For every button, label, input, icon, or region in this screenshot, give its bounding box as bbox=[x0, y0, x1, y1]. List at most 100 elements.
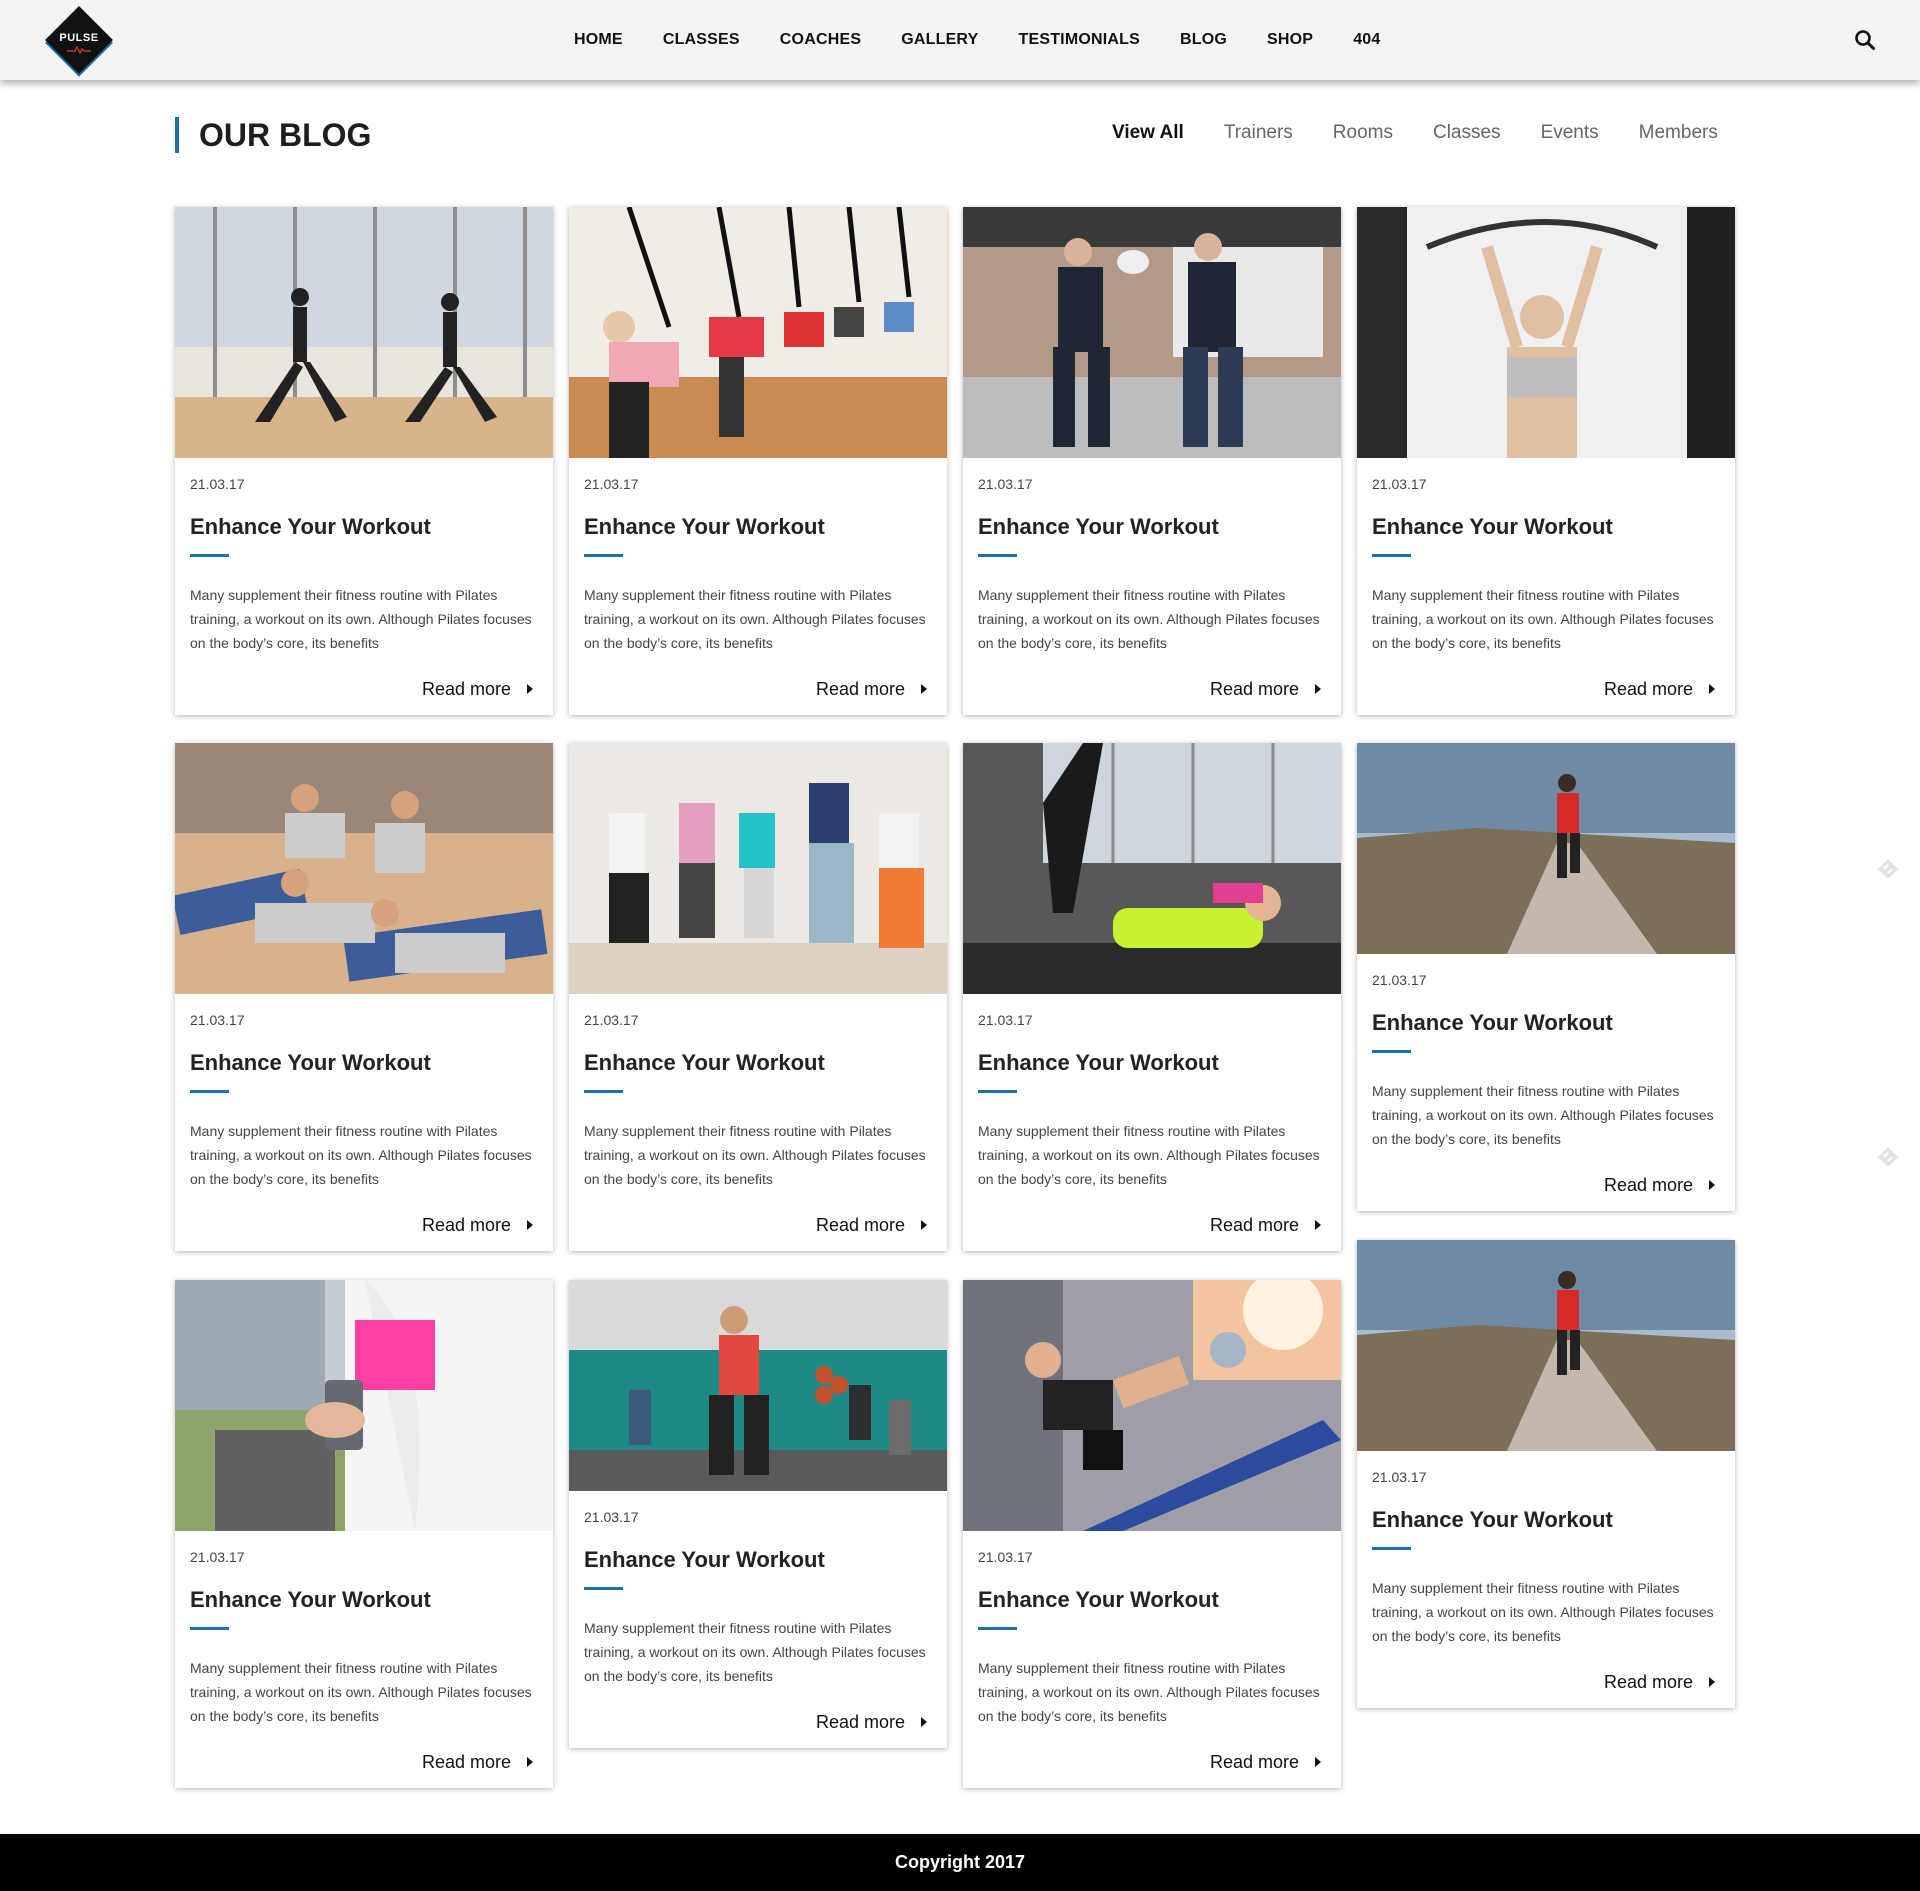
read-more-label[interactable]: Read more bbox=[1604, 1672, 1693, 1693]
card-body: 21.03.17 Enhance Your Workout Many supplem… bbox=[175, 994, 553, 1251]
nav-404[interactable]: 404 bbox=[1353, 31, 1380, 49]
blog-card[interactable]: 21.03.17 Enhance Your Workout Many supplem… bbox=[1357, 207, 1735, 715]
caret-right-icon bbox=[1709, 684, 1715, 694]
yoga-pair-photo[interactable] bbox=[175, 207, 553, 458]
blog-card[interactable]: 21.03.17 Enhance Your Workout Many supplem… bbox=[569, 207, 947, 715]
blog-card[interactable]: 21.03.17 Enhance Your Workout Many supplem… bbox=[963, 1280, 1341, 1788]
nav-classes[interactable]: CLASSES bbox=[663, 31, 740, 49]
nav-home[interactable]: HOME bbox=[574, 31, 623, 49]
blog-card[interactable]: 21.03.17 Enhance Your Workout Many supplem… bbox=[175, 207, 553, 715]
post-title[interactable]: Enhance Your Workout bbox=[190, 1050, 538, 1076]
filter-classes[interactable]: Classes bbox=[1433, 122, 1501, 144]
filter-rooms[interactable]: Rooms bbox=[1333, 122, 1393, 144]
read-more-label[interactable]: Read more bbox=[1210, 1752, 1299, 1773]
post-excerpt: Many supplement their fitness routine wi… bbox=[584, 587, 926, 651]
read-more-label[interactable]: Read more bbox=[816, 679, 905, 700]
dance-class-photo[interactable] bbox=[569, 743, 947, 994]
search-icon[interactable] bbox=[1854, 29, 1876, 51]
post-title[interactable]: Enhance Your Workout bbox=[1372, 514, 1720, 540]
post-date: 21.03.17 bbox=[190, 476, 245, 492]
read-more-label[interactable]: Read more bbox=[816, 1712, 905, 1733]
post-date: 21.03.17 bbox=[190, 1012, 245, 1028]
blog-card[interactable]: 21.03.17 Enhance Your Workout Many supplem… bbox=[175, 743, 553, 1251]
read-more-link[interactable]: Read more bbox=[978, 1215, 1326, 1235]
post-excerpt: Many supplement their fitness routine wi… bbox=[190, 1660, 532, 1724]
card-body: 21.03.17 Enhance Your Workout Many supplem… bbox=[1357, 954, 1735, 1211]
post-excerpt: Many supplement their fitness routine wi… bbox=[1372, 1083, 1714, 1147]
gym-class-photo[interactable] bbox=[569, 1280, 947, 1491]
read-more-link[interactable]: Read more bbox=[584, 1215, 932, 1235]
cable-pulldown-photo[interactable] bbox=[1357, 207, 1735, 458]
post-date: 21.03.17 bbox=[1372, 1469, 1427, 1485]
read-more-label[interactable]: Read more bbox=[1210, 679, 1299, 700]
filter-view-all[interactable]: View All bbox=[1112, 122, 1184, 144]
post-title[interactable]: Enhance Your Workout bbox=[584, 1547, 932, 1573]
road-runner-photo[interactable] bbox=[1357, 743, 1735, 954]
read-more-label[interactable]: Read more bbox=[422, 1215, 511, 1236]
post-title[interactable]: Enhance Your Workout bbox=[190, 1587, 538, 1613]
nav-gallery[interactable]: GALLERY bbox=[901, 31, 978, 49]
read-more-label[interactable]: Read more bbox=[1210, 1215, 1299, 1236]
post-title[interactable]: Enhance Your Workout bbox=[190, 514, 538, 540]
road-runner-photo[interactable] bbox=[1357, 1240, 1735, 1451]
filter-trainers[interactable]: Trainers bbox=[1224, 122, 1293, 144]
post-image bbox=[175, 207, 553, 458]
yoga-class-photo[interactable] bbox=[175, 743, 553, 994]
card-body: 21.03.17 Enhance Your Workout Many supplem… bbox=[963, 994, 1341, 1251]
blog-card[interactable]: 21.03.17 Enhance Your Workout Many supplem… bbox=[963, 207, 1341, 715]
nav-shop[interactable]: SHOP bbox=[1267, 31, 1313, 49]
logo-text: PULSE bbox=[59, 32, 99, 44]
post-title[interactable]: Enhance Your Workout bbox=[978, 1587, 1326, 1613]
read-more-label[interactable]: Read more bbox=[1604, 1175, 1693, 1196]
tag-icon[interactable] bbox=[1876, 1145, 1900, 1169]
nav-coaches[interactable]: COACHES bbox=[780, 31, 861, 49]
nav-testimonials[interactable]: TESTIMONIALS bbox=[1018, 31, 1140, 49]
blog-card[interactable]: 21.03.17 Enhance Your Workout Many supplem… bbox=[569, 1280, 947, 1748]
blog-card[interactable]: 21.03.17 Enhance Your Workout Many supplem… bbox=[963, 743, 1341, 1251]
pulse-logo[interactable]: PULSE bbox=[45, 6, 113, 74]
card-body: 21.03.17 Enhance Your Workout Many supplem… bbox=[1357, 1451, 1735, 1708]
tag-icon[interactable] bbox=[1876, 857, 1900, 881]
post-title[interactable]: Enhance Your Workout bbox=[978, 1050, 1326, 1076]
post-title[interactable]: Enhance Your Workout bbox=[584, 1050, 932, 1076]
read-more-link[interactable]: Read more bbox=[584, 679, 932, 699]
post-title[interactable]: Enhance Your Workout bbox=[978, 514, 1326, 540]
read-more-link[interactable]: Read more bbox=[1372, 1672, 1720, 1692]
post-excerpt: Many supplement their fitness routine wi… bbox=[584, 1620, 926, 1684]
post-date: 21.03.17 bbox=[1372, 476, 1427, 492]
read-more-link[interactable]: Read more bbox=[978, 1752, 1326, 1772]
read-more-label[interactable]: Read more bbox=[1604, 679, 1693, 700]
read-more-label[interactable]: Read more bbox=[422, 679, 511, 700]
blog-card[interactable]: 21.03.17 Enhance Your Workout Many supplem… bbox=[569, 743, 947, 1251]
post-excerpt: Many supplement their fitness routine wi… bbox=[978, 1660, 1320, 1724]
boxing-pads-photo[interactable] bbox=[963, 207, 1341, 458]
read-more-link[interactable]: Read more bbox=[190, 1215, 538, 1235]
copyright-text: Copyright 2017 bbox=[894, 1852, 1026, 1872]
phone-runner-photo[interactable] bbox=[175, 1280, 553, 1531]
nav-blog[interactable]: BLOG bbox=[1180, 31, 1227, 49]
read-more-label[interactable]: Read more bbox=[422, 1752, 511, 1773]
post-title[interactable]: Enhance Your Workout bbox=[1372, 1507, 1720, 1533]
read-more-link[interactable]: Read more bbox=[190, 679, 538, 699]
post-date: 21.03.17 bbox=[978, 1012, 1033, 1028]
filter-events[interactable]: Events bbox=[1541, 122, 1599, 144]
filter-members[interactable]: Members bbox=[1639, 122, 1718, 144]
read-more-link[interactable]: Read more bbox=[584, 1712, 932, 1732]
read-more-link[interactable]: Read more bbox=[1372, 1175, 1720, 1195]
pilates-reformer-photo[interactable] bbox=[963, 743, 1341, 994]
situp-bench-photo[interactable] bbox=[963, 1280, 1341, 1531]
post-title[interactable]: Enhance Your Workout bbox=[1372, 1010, 1720, 1036]
blog-card[interactable]: 21.03.17 Enhance Your Workout Many supplem… bbox=[1357, 1240, 1735, 1708]
post-date: 21.03.17 bbox=[1372, 972, 1427, 988]
read-more-link[interactable]: Read more bbox=[978, 679, 1326, 699]
read-more-link[interactable]: Read more bbox=[1372, 679, 1720, 699]
post-image bbox=[1357, 207, 1735, 458]
blog-card[interactable]: 21.03.17 Enhance Your Workout Many supplem… bbox=[1357, 743, 1735, 1211]
title-underline bbox=[1372, 1547, 1411, 1550]
read-more-link[interactable]: Read more bbox=[190, 1752, 538, 1772]
post-title[interactable]: Enhance Your Workout bbox=[584, 514, 932, 540]
blog-card[interactable]: 21.03.17 Enhance Your Workout Many supplem… bbox=[175, 1280, 553, 1788]
trx-class-photo[interactable] bbox=[569, 207, 947, 458]
read-more-label[interactable]: Read more bbox=[816, 1215, 905, 1236]
site-header: PULSE HOME CLASSES COACHES GALLERY TESTI… bbox=[0, 0, 1920, 80]
